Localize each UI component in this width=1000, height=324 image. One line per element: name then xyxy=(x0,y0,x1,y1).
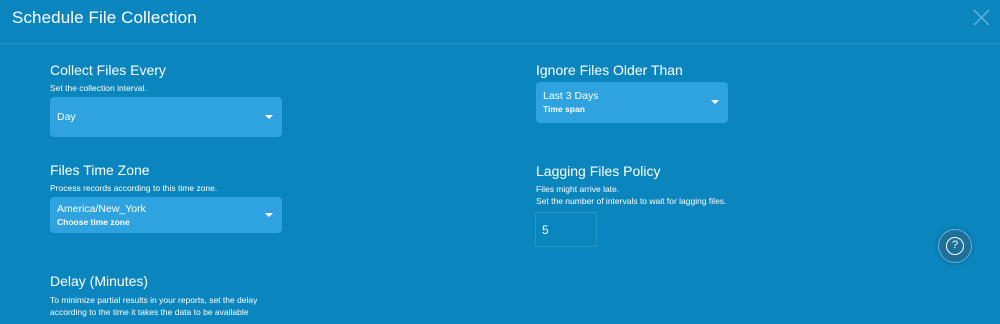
collect-interval-section: Collect Files Every Set the collection i… xyxy=(50,62,166,94)
time-zone-section: Files Time Zone Process records accordin… xyxy=(50,162,217,194)
dialog-header: Schedule File Collection xyxy=(0,0,1000,44)
chevron-down-icon xyxy=(265,213,273,217)
lagging-policy-section: Lagging Files Policy Files might arrive … xyxy=(536,163,726,207)
ignore-older-select[interactable]: Last 3 Days Time span xyxy=(536,82,728,123)
time-zone-description: Process records according to this time z… xyxy=(50,183,218,193)
time-zone-label: Files Time Zone xyxy=(50,162,150,178)
time-zone-sublabel: Choose time zone xyxy=(57,217,130,227)
collect-interval-label: Collect Files Every xyxy=(50,62,166,78)
time-zone-value: America/New_York xyxy=(57,203,146,215)
chevron-down-icon xyxy=(711,100,719,104)
delay-description-line1: To minimize partial results in your repo… xyxy=(50,295,258,305)
delay-label: Delay (Minutes) xyxy=(50,273,149,289)
chevron-down-icon xyxy=(265,115,273,119)
delay-description-line2: according to the time it takes the data … xyxy=(50,307,249,317)
ignore-older-value: Last 3 Days xyxy=(543,90,599,102)
ignore-older-sublabel: Time span xyxy=(543,104,585,114)
help-icon: ? xyxy=(946,237,964,255)
ignore-older-label: Ignore Files Older Than xyxy=(536,62,683,78)
dialog-title: Schedule File Collection xyxy=(12,8,197,27)
time-zone-select[interactable]: America/New_York Choose time zone xyxy=(50,197,282,233)
lagging-policy-label: Lagging Files Policy xyxy=(536,163,661,179)
lagging-policy-description-line2: Set the number of intervals to wait for … xyxy=(536,196,727,206)
collect-interval-description: Set the collection interval. xyxy=(50,83,147,93)
lagging-policy-description-line1: Files might arrive late. xyxy=(536,184,620,194)
ignore-older-section: Ignore Files Older Than xyxy=(536,62,683,78)
delay-section: Delay (Minutes) To minimize partial resu… xyxy=(50,273,257,318)
collect-interval-value: Day xyxy=(57,111,76,123)
help-button[interactable]: ? xyxy=(938,229,972,263)
lagging-intervals-input[interactable] xyxy=(535,212,597,247)
collect-interval-select[interactable]: Day xyxy=(50,97,282,137)
close-icon[interactable] xyxy=(972,8,991,27)
